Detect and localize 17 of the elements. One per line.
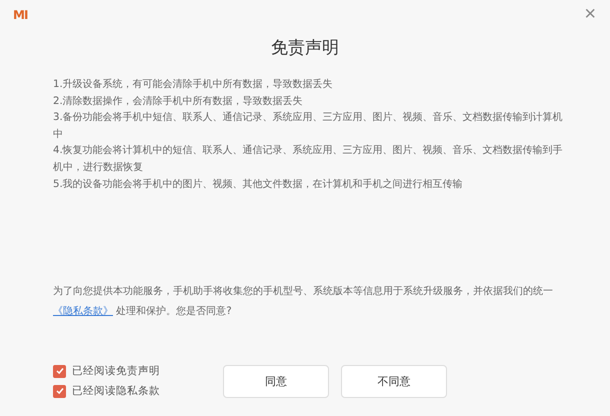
disclaimer-item: 2.清除数据操作，会清除手机中所有数据，导致数据丢失 xyxy=(53,94,304,109)
disclaimer-item: 5.我的设备功能会将手机中的图片、视频、其他文件数据，在计算机和手机之间进行相互传输 xyxy=(53,178,464,192)
check-icon xyxy=(56,367,64,376)
disclaimer-item: 3.备份功能会将手机中短信、联系人、通信记录、系统应用、三方应用、图片、视频、音乐、文档数据传输到计算机中 xyxy=(53,110,564,142)
checkbox-label: 已经阅读免责声明 xyxy=(72,364,160,378)
consent-text: 为了向您提供本功能服务，手机助手将收集您的手机型号、系统版本等信息用于系统升级服务，并依据我们的统一 《隐私条款》 处理和保护。您是否同意? xyxy=(53,284,554,320)
checkbox-label: 已经阅读隐私条款 xyxy=(72,384,160,398)
checkbox[interactable] xyxy=(53,384,66,398)
disclaimer-item: 4.恢复功能会将计算机中的短信、联系人、通信记录、系统应用、三方应用、图片、视频、音乐、文档数据传输到手机中，进行数据恢复 xyxy=(53,144,564,175)
check-icon xyxy=(56,387,64,396)
logo: MI xyxy=(13,8,28,22)
agree-button[interactable]: 同意 xyxy=(223,364,329,398)
privacy-link[interactable]: 《隐私条款》 xyxy=(53,306,113,318)
checkbox[interactable] xyxy=(53,364,66,378)
disclaimer-item: 1.升级设备系统，有可能会清除手机中所有数据，导致数据丢失 xyxy=(53,78,334,92)
disagree-button[interactable]: 不同意 xyxy=(341,364,447,398)
dialog-title: 免责声明 xyxy=(271,37,339,59)
